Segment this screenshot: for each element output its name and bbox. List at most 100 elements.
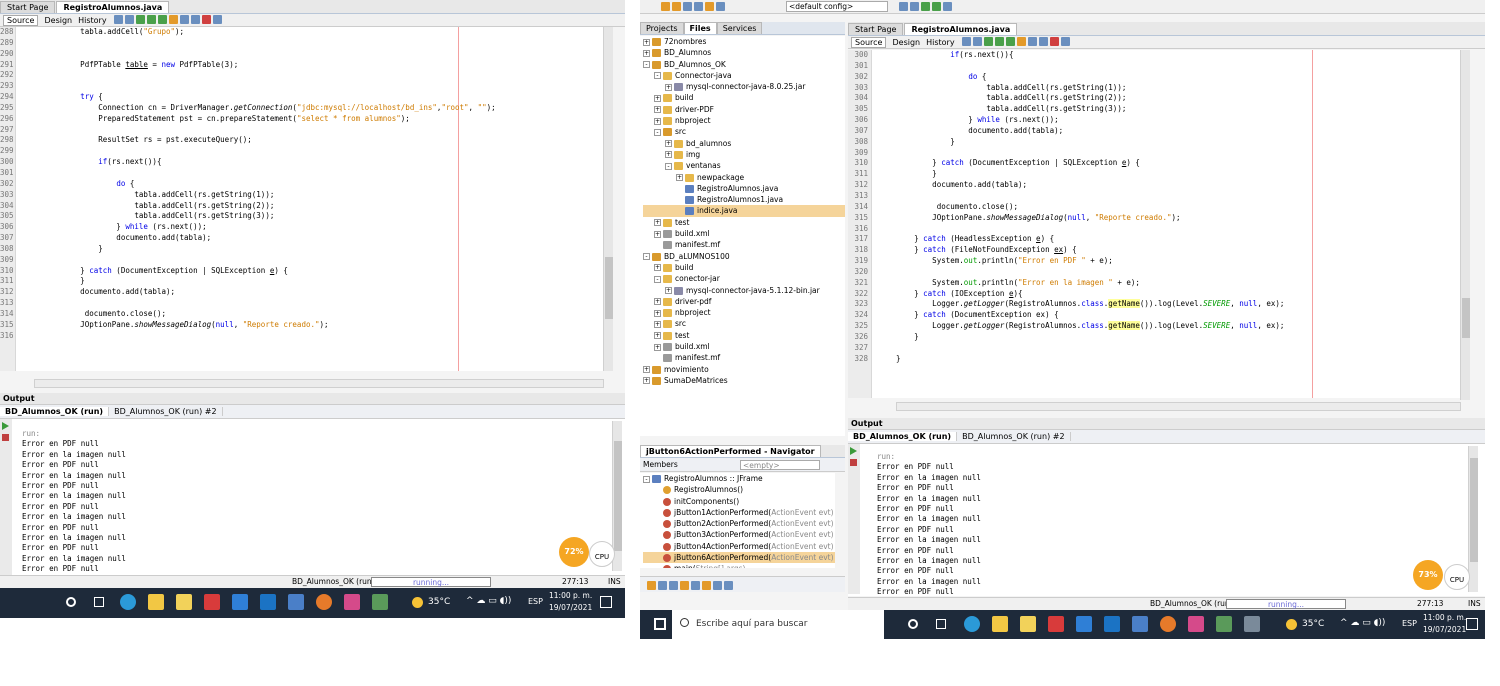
expand-icon[interactable]: + xyxy=(665,151,672,159)
netbeans-icon[interactable] xyxy=(288,594,304,610)
edge-icon[interactable] xyxy=(964,616,980,632)
file-tree-item[interactable]: manifest.mf xyxy=(643,352,845,363)
editor-hscroll[interactable] xyxy=(34,379,604,388)
filter-3-icon[interactable] xyxy=(669,581,678,590)
expand-icon[interactable]: + xyxy=(654,230,661,238)
expand-icon[interactable]: + xyxy=(676,174,683,182)
design-tab[interactable]: Design xyxy=(44,16,72,25)
filter-1-icon[interactable] xyxy=(647,581,656,590)
navigator-item[interactable]: main(String[] args) xyxy=(643,563,835,568)
find-prev-icon[interactable] xyxy=(146,14,156,24)
expand-icon[interactable]: + xyxy=(643,38,650,46)
file-tree-item[interactable]: RegistroAlumnos1.java xyxy=(643,194,845,205)
store-icon[interactable] xyxy=(1020,616,1036,632)
redo-icon[interactable] xyxy=(716,2,725,11)
file-tree-item[interactable]: +72nombres xyxy=(643,36,845,47)
navigator-item[interactable]: - RegistroAlumnos :: JFrame xyxy=(643,473,835,484)
navigator-item[interactable]: jButton3ActionPerformed(ActionEvent evt) xyxy=(643,529,835,540)
app-icon[interactable] xyxy=(1104,616,1120,632)
filter-4-icon[interactable] xyxy=(680,581,689,590)
open-project-icon[interactable] xyxy=(683,2,692,11)
run-icon[interactable] xyxy=(921,2,930,11)
app-icon[interactable] xyxy=(260,594,276,610)
collapse-icon[interactable]: - xyxy=(654,128,661,136)
source-tab[interactable]: Source xyxy=(851,36,887,48)
expand-icon[interactable]: + xyxy=(665,83,672,91)
file-tree-item[interactable]: + mysql-connector-java-8.0.25.jar xyxy=(643,81,845,92)
clean-build-icon[interactable] xyxy=(910,2,919,11)
navigator-item[interactable]: jButton4ActionPerformed(ActionEvent evt) xyxy=(643,541,835,552)
extra-icon[interactable] xyxy=(1216,616,1232,632)
expand-icon[interactable]: + xyxy=(643,366,650,374)
debug-icon[interactable] xyxy=(932,2,941,11)
config-select[interactable]: <default config> xyxy=(786,1,888,12)
new-file-icon[interactable] xyxy=(672,2,681,11)
output-tab-run-2[interactable]: BD_Alumnos_OK (run) #2 xyxy=(109,407,223,416)
right-code-editor[interactable]: 300 301 302 303 304 305 306 307 308 309 310 311 312 3… xyxy=(848,50,1460,398)
history-tab[interactable]: History xyxy=(926,38,954,47)
stop-macro-icon[interactable] xyxy=(1060,36,1070,46)
file-tree-item[interactable]: + img xyxy=(643,149,845,160)
file-tree-item[interactable]: + build xyxy=(643,262,845,273)
multitask-icon[interactable] xyxy=(936,619,946,629)
build-icon[interactable] xyxy=(899,2,908,11)
file-tree-item[interactable]: + driver-pdf xyxy=(643,296,845,307)
forward-icon[interactable] xyxy=(972,36,982,46)
navigator-item[interactable]: initComponents() xyxy=(643,496,835,507)
task-view-icon[interactable] xyxy=(66,597,76,607)
file-tree-item[interactable]: + nbproject xyxy=(643,115,845,126)
expand-icon[interactable]: + xyxy=(654,309,661,317)
file-tree-item[interactable]: - ventanas xyxy=(643,160,845,171)
new-project-icon[interactable] xyxy=(661,2,670,11)
expand-icon[interactable]: + xyxy=(654,219,661,227)
tool-icon[interactable] xyxy=(1188,616,1204,632)
stop-icon[interactable] xyxy=(2,434,9,441)
file-tree-item[interactable]: - conector-jar xyxy=(643,273,845,284)
office-icon[interactable] xyxy=(204,594,220,610)
tray-icons[interactable]: ^ ☁ ▭ ◖)) xyxy=(466,596,511,606)
tray-time[interactable]: 11:00 p. m. xyxy=(549,591,592,600)
file-tree-item[interactable]: + driver-PDF xyxy=(643,104,845,115)
git-icon[interactable] xyxy=(1244,616,1260,632)
file-tree-item[interactable]: + build xyxy=(643,92,845,103)
filter-5-icon[interactable] xyxy=(691,581,700,590)
scroll-thumb[interactable] xyxy=(1462,298,1470,338)
output-scroll-thumb[interactable] xyxy=(614,441,622,551)
navigator-item[interactable]: jButton2ActionPerformed(ActionEvent evt) xyxy=(643,518,835,529)
filter-2-icon[interactable] xyxy=(658,581,667,590)
file-tree-item[interactable]: + test xyxy=(643,330,845,341)
file-tree-item[interactable]: RegistroAlumnos.java xyxy=(643,183,845,194)
explorer-icon[interactable] xyxy=(992,616,1008,632)
file-tree-item[interactable]: + build.xml xyxy=(643,341,845,352)
store-icon[interactable] xyxy=(176,594,192,610)
scroll-thumb[interactable] xyxy=(605,257,613,319)
output-scroll-thumb[interactable] xyxy=(1470,458,1478,562)
expand-icon[interactable]: + xyxy=(654,264,661,272)
firefox-icon[interactable] xyxy=(316,594,332,610)
file-tree-item[interactable]: - Connector-java xyxy=(643,70,845,81)
output-scrollbar[interactable] xyxy=(1468,446,1478,592)
tray-language[interactable]: ESP xyxy=(1402,619,1417,628)
toggle-bookmark-icon[interactable] xyxy=(168,14,178,24)
start-icon[interactable] xyxy=(654,618,666,630)
stop-icon[interactable] xyxy=(850,459,857,466)
file-tree-item[interactable]: + src xyxy=(643,318,845,329)
navigator-item[interactable]: jButton1ActionPerformed(ActionEvent evt) xyxy=(643,507,835,518)
expand-icon[interactable]: + xyxy=(643,377,650,385)
expand-icon[interactable]: + xyxy=(654,106,661,114)
expand-icon[interactable]: + xyxy=(654,94,661,102)
expand-icon[interactable]: + xyxy=(654,343,661,351)
sort-icon[interactable] xyxy=(713,581,722,590)
tray-date[interactable]: 19/07/2021 xyxy=(549,603,592,612)
tab-start-page[interactable]: Start Page xyxy=(848,23,904,35)
tab-start-page[interactable]: Start Page xyxy=(0,1,56,13)
back-icon[interactable] xyxy=(113,14,123,24)
notifications-icon[interactable] xyxy=(600,596,612,608)
source-tab[interactable]: Source xyxy=(3,14,39,26)
netbeans-icon[interactable] xyxy=(1132,616,1148,632)
rerun-icon[interactable] xyxy=(850,447,857,455)
office-icon[interactable] xyxy=(1048,616,1064,632)
file-tree-item[interactable]: manifest.mf xyxy=(643,239,845,250)
firefox-icon[interactable] xyxy=(1160,616,1176,632)
shift-left-icon[interactable] xyxy=(1027,36,1037,46)
